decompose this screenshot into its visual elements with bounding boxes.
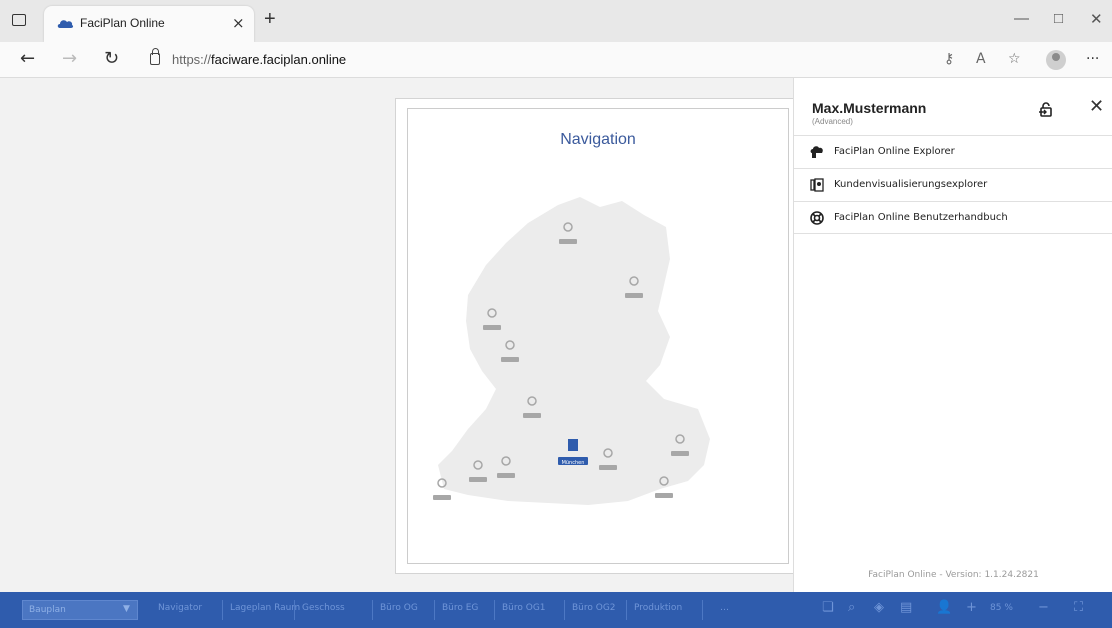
layers-icon[interactable]: ◈	[874, 600, 884, 615]
tab-geschoss[interactable]: Geschoss	[302, 603, 345, 613]
tab-divider	[564, 600, 565, 620]
lock-icon[interactable]	[150, 48, 160, 65]
zoom-out-icon[interactable]: −	[1038, 600, 1049, 615]
menu-item-handbook[interactable]: FaciPlan Online Benutzerhandbuch	[794, 201, 1112, 234]
tab-navigator[interactable]: Navigator	[158, 603, 202, 613]
tab-divider	[494, 600, 495, 620]
search-icon[interactable]: ⌕	[848, 600, 855, 615]
menu-item-label: Kundenvisualisierungsexplorer	[834, 179, 988, 190]
navigation-document: Navigation München	[395, 98, 801, 574]
tab-buero-og1[interactable]: Büro OG1	[502, 603, 546, 613]
tab-divider	[434, 600, 435, 620]
user-icon[interactable]: 👤	[936, 600, 952, 615]
print-icon[interactable]: ▤	[900, 600, 912, 615]
tab-actions-icon[interactable]	[12, 14, 26, 26]
more-options-icon[interactable]: ···	[1086, 51, 1099, 67]
browser-tab[interactable]: FaciPlan Online ×	[44, 6, 254, 42]
tab-divider	[294, 600, 295, 620]
forward-arrow-icon[interactable]: →	[62, 48, 77, 69]
menu-item-label: FaciPlan Online Explorer	[834, 146, 955, 157]
key-icon[interactable]: ⚷	[944, 51, 954, 67]
menu-item-explorer[interactable]: FaciPlan Online Explorer	[794, 135, 1112, 168]
document-frame: Navigation München	[407, 108, 789, 564]
favorites-star-icon[interactable]: ☆	[1008, 51, 1021, 67]
tab-strip: FaciPlan Online × + — □ ✕	[0, 0, 1112, 42]
address-bar[interactable]: https://faciware.faciplan.online	[172, 52, 346, 67]
logout-icon[interactable]	[1038, 102, 1054, 118]
active-city-label: München	[562, 460, 585, 466]
tab-buero-eg[interactable]: Büro EG	[442, 603, 478, 613]
profile-avatar-icon[interactable]	[1046, 50, 1066, 70]
close-window-button[interactable]: ✕	[1090, 10, 1103, 28]
browser-window: FaciPlan Online × + — □ ✕ ← → ↻ https://…	[0, 0, 1112, 628]
help-lifebuoy-icon	[810, 211, 824, 225]
back-arrow-icon[interactable]: ←	[20, 48, 35, 69]
comment-icon[interactable]: ❏	[822, 600, 834, 615]
reload-icon[interactable]: ↻	[104, 48, 119, 69]
tab-lageplan[interactable]: Lageplan Raum	[230, 603, 300, 613]
menu-item-label: FaciPlan Online Benutzerhandbuch	[834, 212, 1008, 223]
version-text: FaciPlan Online - Version: 1.1.24.2821	[868, 570, 1039, 580]
germany-map: München	[433, 197, 710, 505]
close-panel-icon[interactable]: ✕	[1089, 96, 1104, 117]
tab-divider	[626, 600, 627, 620]
tab-divider	[222, 600, 223, 620]
panel-menu: FaciPlan Online Explorer Kundenvisualisi…	[794, 135, 1112, 234]
tab-produktion[interactable]: Produktion	[634, 603, 682, 613]
tab-divider	[372, 600, 373, 620]
address-toolbar: ← → ↻ https://faciware.faciplan.online ⚷…	[0, 42, 1112, 78]
zoom-level: 85 %	[990, 603, 1013, 613]
user-role: (Advanced)	[812, 117, 853, 126]
user-name: Max.Mustermann	[812, 100, 927, 116]
tab-more[interactable]: …	[720, 603, 729, 613]
explorer-icon	[810, 146, 823, 158]
menu-item-visualization[interactable]: Kundenvisualisierungsexplorer	[794, 168, 1112, 201]
minimize-button[interactable]: —	[1014, 10, 1029, 27]
tab-divider	[702, 600, 703, 620]
read-aloud-icon[interactable]: A	[976, 51, 986, 67]
select-value: Bauplan	[29, 605, 66, 615]
fullscreen-icon[interactable]: ⛶	[1074, 600, 1083, 615]
zoom-in-icon[interactable]: +	[966, 600, 977, 615]
user-side-panel: Max.Mustermann (Advanced) ✕ FaciPlan Onl…	[793, 78, 1112, 592]
close-tab-icon[interactable]: ×	[232, 14, 245, 32]
tab-buero-og[interactable]: Büro OG	[380, 603, 418, 613]
new-tab-button[interactable]: +	[264, 8, 276, 31]
tab-buero-og2[interactable]: Büro OG2	[572, 603, 616, 613]
chevron-down-icon: ▼	[123, 604, 130, 614]
bottom-toolbar: Bauplan ▼ Navigator Lageplan Raum Gescho…	[0, 592, 1112, 628]
tab-title: FaciPlan Online	[80, 16, 165, 30]
cloud-favicon-icon	[57, 20, 74, 28]
maximize-button[interactable]: □	[1054, 10, 1063, 27]
layout-select[interactable]: Bauplan ▼	[22, 600, 138, 620]
visualization-icon	[810, 178, 824, 192]
